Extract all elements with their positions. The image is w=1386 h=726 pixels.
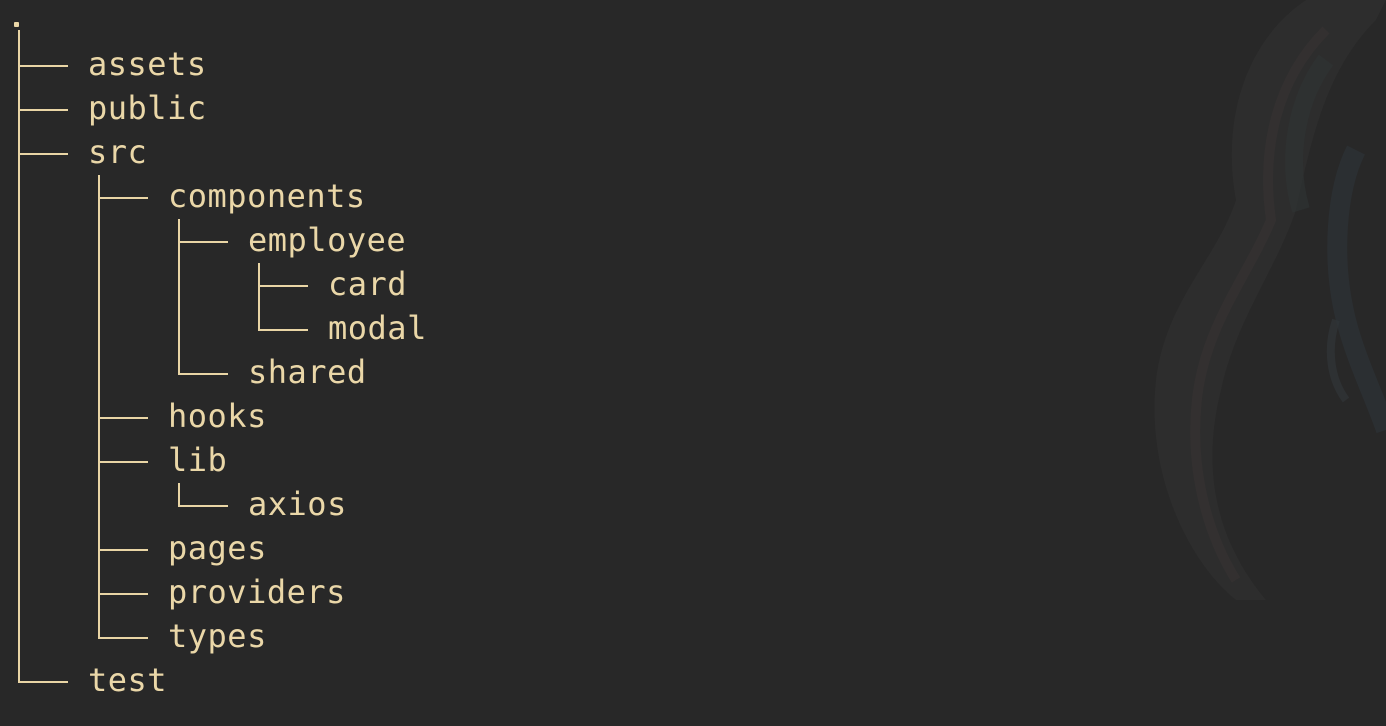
tree-trunk-line xyxy=(18,65,20,110)
tree-trunk-line xyxy=(98,593,100,638)
tree-trunk-line xyxy=(98,417,100,462)
tree-trunk-line xyxy=(98,549,100,594)
tree-branch-line xyxy=(18,681,68,683)
tree-trunk-line xyxy=(178,219,180,242)
tree-branch-line xyxy=(98,593,148,595)
tree-item-providers: providers xyxy=(168,573,346,611)
tree-branch-line xyxy=(178,241,228,243)
tree-item-components: components xyxy=(168,177,366,215)
tree-item-pages: pages xyxy=(168,529,267,567)
tree-trunk-line xyxy=(98,461,100,550)
tree-item-card: card xyxy=(328,265,408,303)
terminal-window: assets public src components employee card mod… xyxy=(0,0,1386,726)
tree-branch-line xyxy=(258,285,308,287)
tree-branch-line xyxy=(98,637,148,639)
tree-item-shared: shared xyxy=(248,353,367,391)
tree-branch-line xyxy=(18,65,68,67)
tree-item-assets: assets xyxy=(88,45,207,83)
tree-item-employee: employee xyxy=(248,221,407,259)
tree-branch-line xyxy=(98,461,148,463)
tree-branch-line xyxy=(98,197,148,199)
tree-item-hooks: hooks xyxy=(168,397,267,435)
tree-item-axios: axios xyxy=(248,485,347,523)
tree-branch-line xyxy=(18,153,68,155)
tree-trunk-line xyxy=(178,483,180,506)
tree-item-types: types xyxy=(168,617,267,655)
abstract-creature-wallpaper-icon xyxy=(1154,0,1386,600)
tree-item-public: public xyxy=(88,89,207,127)
tree-trunk-line xyxy=(98,175,100,198)
tree-trunk-line xyxy=(178,241,180,374)
file-tree: assets public src components employee card mod… xyxy=(0,0,700,726)
tree-trunk-line xyxy=(98,197,100,418)
tree-item-modal: modal xyxy=(328,309,427,347)
tree-trunk-line xyxy=(258,263,260,286)
tree-branch-line xyxy=(18,109,68,111)
tree-trunk-line xyxy=(18,30,20,66)
tree-trunk-line xyxy=(18,153,20,682)
tree-branch-line xyxy=(98,549,148,551)
tree-branch-line xyxy=(178,373,228,375)
tree-item-lib: lib xyxy=(168,441,228,479)
tree-branch-line xyxy=(258,329,308,331)
tree-trunk-line xyxy=(18,109,20,154)
tree-branch-line xyxy=(178,505,228,507)
tree-item-src: src xyxy=(88,133,148,171)
tree-root xyxy=(14,22,19,27)
tree-trunk-line xyxy=(258,285,260,330)
tree-branch-line xyxy=(98,417,148,419)
tree-item-test: test xyxy=(88,661,168,699)
